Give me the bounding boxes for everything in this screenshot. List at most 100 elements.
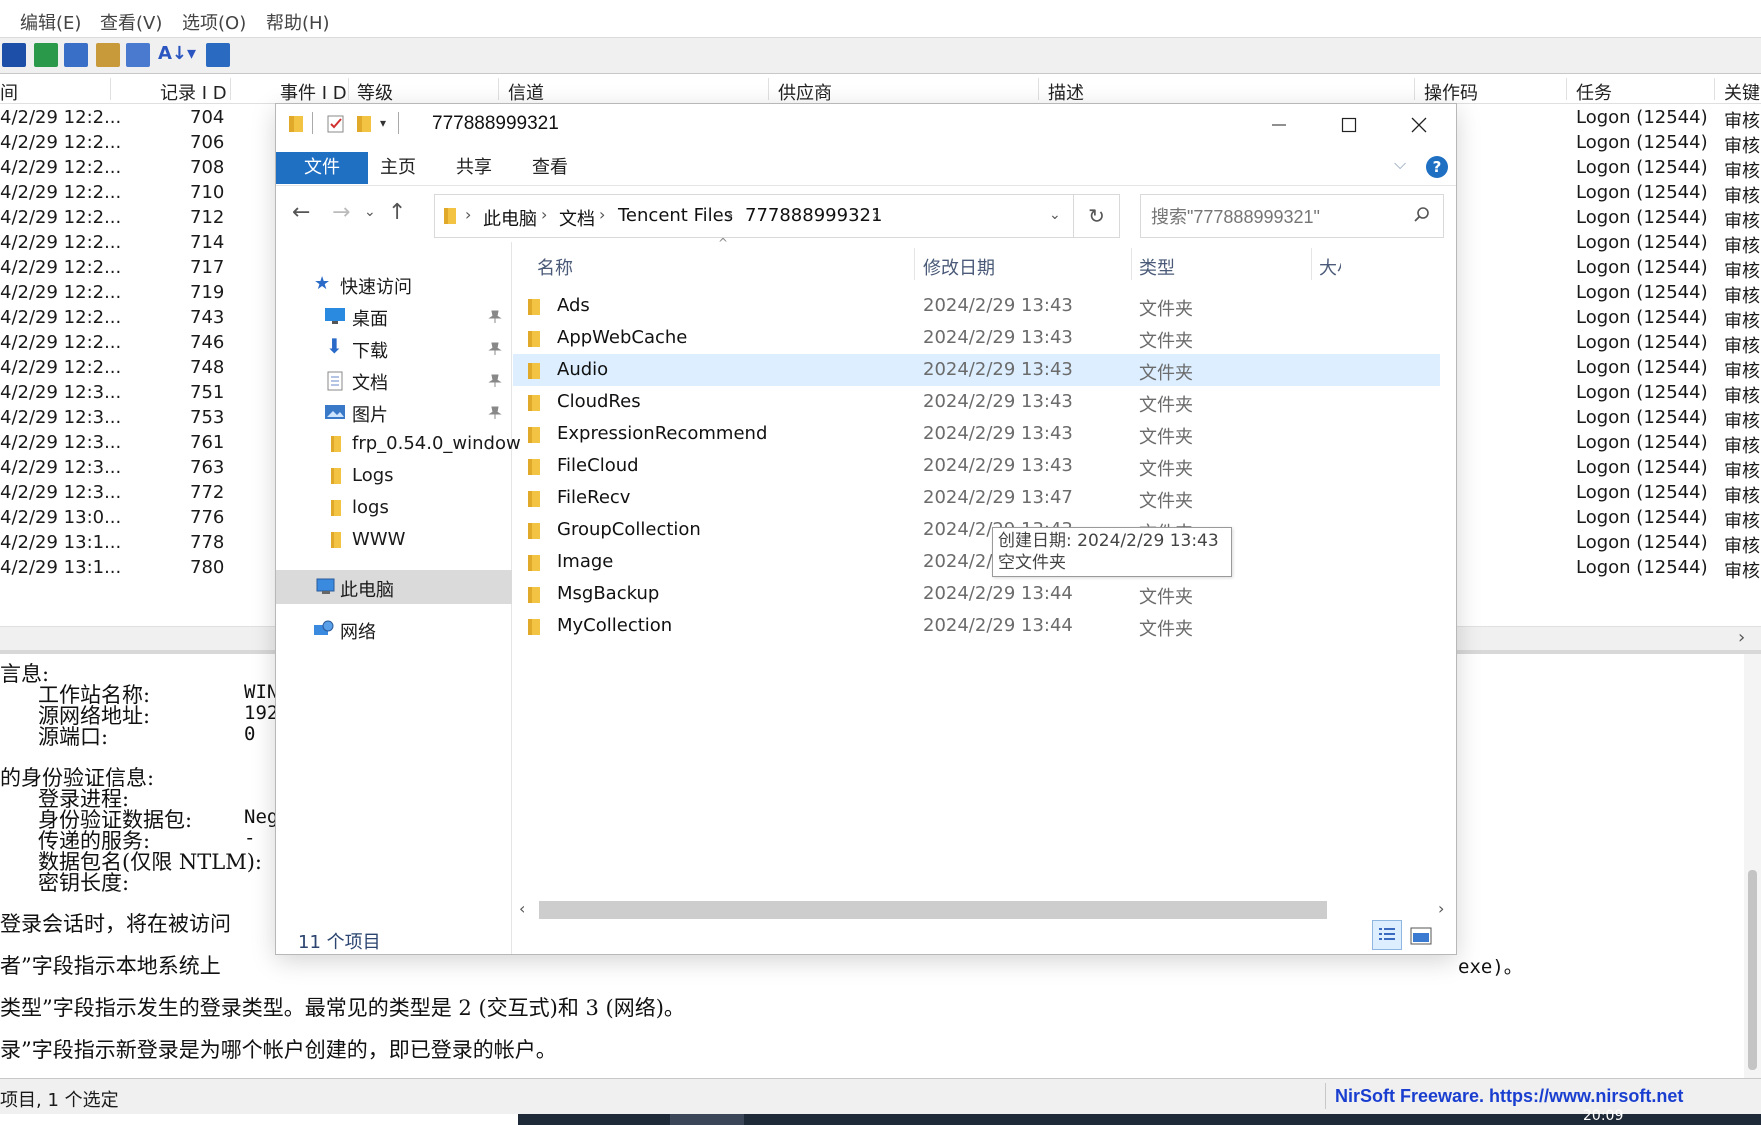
title-bar[interactable]: ▾ 777888999321 <box>276 104 1456 146</box>
file-type: 文件夹 <box>1139 331 1193 352</box>
nav-folder-frp[interactable]: frp_0.54.0_window <box>276 427 521 461</box>
bg-cell-time: 4/2/29 12:2... <box>0 207 122 228</box>
forward-arrow-icon[interactable]: → <box>332 200 350 225</box>
col-type[interactable]: 类型 <box>1139 254 1175 280</box>
col-record-id[interactable]: 记录 I D <box>160 79 227 105</box>
tab-home[interactable]: 主页 <box>356 152 440 184</box>
bg-cell-record: 704 <box>190 107 225 128</box>
nirsoft-link[interactable]: NirSoft Freeware. https://www.nirsoft.ne… <box>1335 1086 1683 1107</box>
folder-icon <box>330 498 342 523</box>
col-channel[interactable]: 信道 <box>508 79 544 105</box>
sort-az-icon[interactable]: A↓▾ <box>158 43 196 67</box>
save-icon[interactable] <box>2 43 26 67</box>
refresh-icon[interactable] <box>34 43 58 67</box>
chevron-right-icon[interactable]: › <box>541 205 547 224</box>
search-box[interactable] <box>1140 194 1444 238</box>
col-event-id[interactable]: 事件 I D <box>280 79 347 105</box>
breadcrumb-tencent-files[interactable]: Tencent Files <box>618 205 733 226</box>
col-size[interactable]: 大小 <box>1319 254 1341 280</box>
exit-icon[interactable] <box>206 43 230 67</box>
file-row[interactable]: MsgBackup 2024/2/29 13:44 文件夹 <box>513 578 1440 610</box>
details-view-button[interactable] <box>1372 920 1402 950</box>
file-row[interactable]: CloudRes 2024/2/29 13:43 文件夹 <box>513 386 1440 418</box>
col-level[interactable]: 等级 <box>357 79 393 105</box>
menu-view[interactable]: 查看(V) <box>100 9 162 35</box>
col-date-modified[interactable]: 修改日期 <box>923 254 995 280</box>
chevron-right-icon[interactable]: › <box>873 205 879 224</box>
chevron-right-icon[interactable]: › <box>727 205 733 224</box>
nav-documents[interactable]: 文档 <box>276 363 512 397</box>
maximize-button[interactable] <box>1314 104 1384 146</box>
taskbar-active-app[interactable] <box>670 1114 744 1125</box>
file-row[interactable]: ExpressionRecommend 2024/2/29 13:43 文件夹 <box>513 418 1440 450</box>
expand-ribbon-icon[interactable]: ⌵ <box>1394 154 1406 174</box>
chevron-right-icon[interactable]: › <box>599 205 605 224</box>
document-icon <box>326 371 344 396</box>
close-button[interactable] <box>1384 104 1454 146</box>
file-row[interactable]: FileCloud 2024/2/29 13:43 文件夹 <box>513 450 1440 482</box>
col-keywords[interactable]: 关键 <box>1724 79 1760 105</box>
nav-pictures[interactable]: 图片 <box>276 395 512 429</box>
pin-icon[interactable] <box>488 308 502 329</box>
chevron-right-icon[interactable]: › <box>465 205 471 224</box>
menu-help[interactable]: 帮助(H) <box>266 9 330 35</box>
file-row[interactable]: AppWebCache 2024/2/29 13:43 文件夹 <box>513 322 1440 354</box>
scrollbar-thumb[interactable] <box>539 901 1327 919</box>
properties-icon[interactable] <box>326 114 346 139</box>
col-description[interactable]: 描述 <box>1048 79 1084 105</box>
file-row[interactable]: Audio 2024/2/29 13:43 文件夹 <box>513 354 1440 386</box>
col-provider[interactable]: 供应商 <box>778 79 832 105</box>
pin-icon[interactable] <box>488 372 502 393</box>
pin-icon[interactable] <box>488 340 502 361</box>
nav-folder-www[interactable]: WWW <box>276 523 512 557</box>
col-time[interactable]: 间 <box>0 79 18 105</box>
scroll-right-icon[interactable]: › <box>1738 627 1745 648</box>
nav-desktop[interactable]: 桌面 <box>276 299 512 333</box>
breadcrumb-documents[interactable]: 文档 <box>559 205 595 231</box>
menu-options[interactable]: 选项(O) <box>182 9 246 35</box>
menu-edit[interactable]: 编辑(E) <box>20 9 81 35</box>
scrollbar-thumb[interactable] <box>1748 870 1757 1070</box>
help-icon[interactable]: ? <box>1426 156 1448 178</box>
col-task[interactable]: 任务 <box>1576 79 1612 105</box>
tab-file[interactable]: 文件 <box>276 152 368 184</box>
nav-quick-access[interactable]: ★ 快速访问 <box>276 267 512 301</box>
back-arrow-icon[interactable]: ← <box>292 200 310 225</box>
file-row[interactable]: Image2024/2/29 13:43文件夹 <box>513 546 1440 578</box>
file-row[interactable]: Ads 2024/2/29 13:43 文件夹 <box>513 290 1440 322</box>
large-icons-view-button[interactable] <box>1410 926 1432 946</box>
address-dropdown-icon[interactable]: ⌄ <box>1049 207 1061 223</box>
minimize-button[interactable] <box>1244 104 1314 146</box>
file-row[interactable]: FileRecv 2024/2/29 13:47 文件夹 <box>513 482 1440 514</box>
customize-quick-access-icon[interactable]: ▾ <box>380 116 386 130</box>
breadcrumb-this-pc[interactable]: 此电脑 <box>483 205 537 231</box>
copy-icon[interactable] <box>64 43 88 67</box>
pin-icon[interactable] <box>488 404 502 425</box>
properties-icon[interactable] <box>96 43 120 67</box>
breadcrumb-current[interactable]: 777888999321 <box>745 205 882 226</box>
nav-network[interactable]: 网络 <box>276 612 512 646</box>
nav-folder-logs-upper[interactable]: Logs <box>276 459 512 493</box>
nav-downloads[interactable]: ⬇ 下载 <box>276 331 512 365</box>
tab-share[interactable]: 共享 <box>432 152 516 184</box>
up-arrow-icon[interactable]: ↑ <box>388 200 406 225</box>
file-row[interactable]: GroupCollection2024/2/29 13:43文件夹 <box>513 514 1440 546</box>
scroll-right-icon[interactable]: › <box>1438 899 1444 918</box>
file-date: 2024/2/29 13:43 <box>923 391 1073 412</box>
address-bar[interactable]: › 此电脑 › 文档 › Tencent Files › 77788899932… <box>434 194 1074 238</box>
nav-folder-logs[interactable]: logs <box>276 491 512 525</box>
file-date: 2024/2/29 13:43 <box>923 295 1073 316</box>
recent-locations-icon[interactable]: ⌄ <box>364 204 376 220</box>
search-icon[interactable] <box>1413 206 1431 229</box>
scroll-left-icon[interactable]: ‹ <box>519 899 525 918</box>
col-name[interactable]: 名称 <box>537 254 573 280</box>
bg-detail-scrollbar[interactable] <box>1744 654 1761 1078</box>
nav-this-pc[interactable]: 此电脑 <box>276 570 512 604</box>
file-row[interactable]: MyCollection 2024/2/29 13:44 文件夹 <box>513 610 1440 642</box>
find-icon[interactable] <box>126 43 150 67</box>
refresh-button[interactable]: ↻ <box>1074 194 1120 238</box>
col-opcode[interactable]: 操作码 <box>1424 79 1478 105</box>
search-input[interactable] <box>1151 204 1401 230</box>
new-folder-icon[interactable] <box>356 114 372 139</box>
tab-view[interactable]: 查看 <box>508 152 592 184</box>
